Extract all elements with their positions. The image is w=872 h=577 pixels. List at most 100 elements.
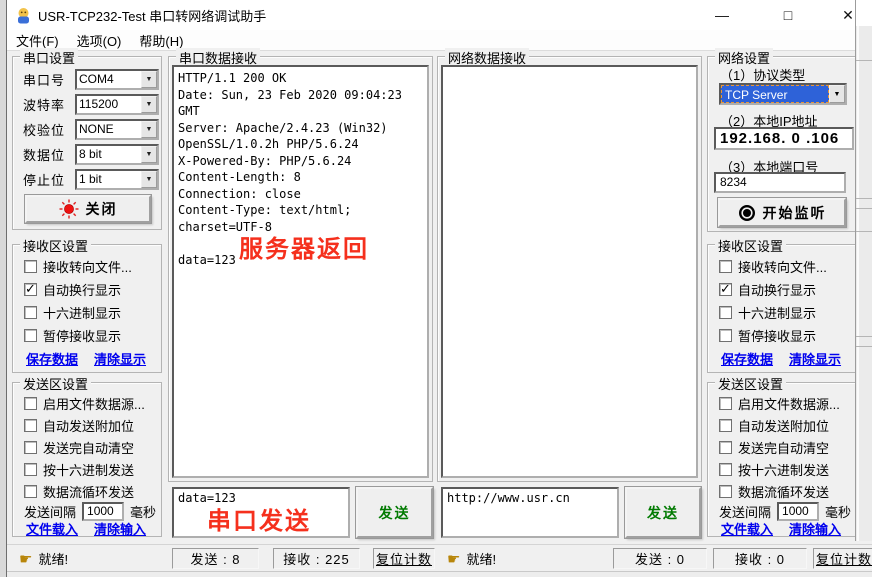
save-data-link[interactable]: 保存数据 (721, 349, 773, 368)
checkbox-box[interactable] (24, 463, 37, 476)
chevron-down-icon[interactable]: ▼ (829, 85, 845, 103)
checkbox-auto-append[interactable]: 自动发送附加位 (719, 417, 829, 433)
pointing-hand-icon: ☛ (19, 550, 32, 568)
data-bits-label: 数据位 (23, 145, 75, 164)
parity-value: NONE (77, 121, 141, 138)
reset-counter-right[interactable]: 复位计数 (813, 548, 872, 569)
checkbox-pause-receive[interactable]: 暂停接收显示 (719, 327, 816, 343)
local-ip-input[interactable]: 192.168. 0 .106 (714, 127, 854, 150)
checkbox-hex-display[interactable]: 十六进制显示 (719, 304, 816, 320)
status-ready-left: ☛ 就绪! (19, 548, 68, 569)
maximize-button[interactable]: □ (765, 0, 811, 30)
checkbox-label: 自动发送附加位 (738, 416, 829, 435)
serial-receive-textarea[interactable]: HTTP/1.1 200 OK Date: Sun, 23 Feb 2020 0… (172, 65, 429, 478)
receive-settings-right-title: 接收区设置 (715, 236, 786, 255)
checkbox-box[interactable] (24, 419, 37, 432)
menu-help[interactable]: 帮助(H) (130, 31, 192, 50)
checkbox-file-data-source[interactable]: 启用文件数据源... (24, 395, 145, 411)
checkbox-send-as-hex[interactable]: 按十六进制发送 (719, 461, 829, 477)
checkbox-box[interactable] (24, 260, 37, 273)
server-return-annotation: 服务器返回 (239, 229, 369, 264)
start-listen-button[interactable]: 开始监听 (718, 198, 846, 227)
window-title: USR-TCP232-Test 串口转网络调试助手 (38, 6, 266, 25)
checkbox-box[interactable] (719, 306, 732, 319)
status-sent-left: 发送 : 8 (172, 548, 259, 569)
protocol-type-select[interactable]: TCP Server ▼ (719, 83, 847, 105)
load-file-link[interactable]: 文件载入 (721, 519, 773, 538)
checkbox-auto-newline[interactable]: 自动换行显示 (719, 281, 816, 297)
background-window-right-edge (855, 0, 872, 541)
chevron-down-icon[interactable]: ▼ (141, 146, 157, 163)
network-receive-textarea[interactable] (441, 65, 698, 478)
checkbox-auto-newline[interactable]: 自动换行显示 (24, 281, 121, 297)
checkbox-clear-after-send[interactable]: 发送完自动清空 (719, 439, 829, 455)
baud-rate-select[interactable]: 115200 ▼ (75, 94, 159, 115)
checkbox-loop-send[interactable]: 数据流循环发送 (719, 483, 829, 499)
interval-input[interactable]: 1000 (82, 502, 124, 521)
serial-port-label: 串口号 (23, 70, 75, 89)
checkbox-box[interactable] (719, 260, 732, 273)
checkbox-box[interactable] (719, 463, 732, 476)
local-port-input[interactable]: 8234 (714, 172, 846, 193)
network-send-input[interactable]: http://www.usr.cn (441, 487, 619, 538)
checkbox-box[interactable] (24, 283, 37, 296)
interval-unit: 毫秒 (130, 502, 156, 521)
checkbox-loop-send[interactable]: 数据流循环发送 (24, 483, 134, 499)
checkbox-box[interactable] (719, 329, 732, 342)
checkbox-receive-to-file[interactable]: 接收转向文件... (24, 258, 132, 274)
checkbox-clear-after-send[interactable]: 发送完自动清空 (24, 439, 134, 455)
clear-input-link[interactable]: 清除输入 (94, 519, 146, 538)
checkbox-hex-display[interactable]: 十六进制显示 (24, 304, 121, 320)
checkbox-box[interactable] (24, 306, 37, 319)
checkbox-box[interactable] (24, 397, 37, 410)
minimize-button[interactable]: — (699, 0, 745, 30)
reset-counter-left[interactable]: 复位计数 (373, 548, 435, 569)
checkbox-label: 暂停接收显示 (738, 326, 816, 345)
clear-display-link[interactable]: 清除显示 (789, 349, 841, 368)
menu-options[interactable]: 选项(O) (68, 31, 131, 50)
checkbox-auto-append[interactable]: 自动发送附加位 (24, 417, 134, 433)
chevron-down-icon[interactable]: ▼ (141, 96, 157, 113)
interval-label: 发送间隔 (719, 502, 771, 521)
stop-bits-select[interactable]: 1 bit ▼ (75, 169, 159, 190)
checkbox-label: 暂停接收显示 (43, 326, 121, 345)
receive-settings-right-group: 接收区设置 接收转向文件... 自动换行显示 十六进制显示 暂停接收显示 保存数… (707, 244, 857, 373)
chevron-down-icon[interactable]: ▼ (141, 171, 157, 188)
checkbox-box[interactable] (719, 283, 732, 296)
checkbox-box[interactable] (24, 329, 37, 342)
chevron-down-icon[interactable]: ▼ (141, 121, 157, 138)
status-received-right: 接收 : 0 (713, 548, 807, 569)
data-bits-select[interactable]: 8 bit ▼ (75, 144, 159, 165)
chevron-down-icon[interactable]: ▼ (141, 71, 157, 88)
checkbox-file-data-source[interactable]: 启用文件数据源... (719, 395, 840, 411)
black-status-dot-icon (738, 204, 756, 222)
baud-rate-label: 波特率 (23, 95, 75, 114)
network-send-button[interactable]: 发送 (625, 487, 701, 538)
load-file-link[interactable]: 文件载入 (26, 519, 78, 538)
checkbox-send-as-hex[interactable]: 按十六进制发送 (24, 461, 134, 477)
clear-display-link[interactable]: 清除显示 (94, 349, 146, 368)
save-data-link[interactable]: 保存数据 (26, 349, 78, 368)
interval-input[interactable]: 1000 (777, 502, 819, 521)
serial-port-value: COM4 (77, 71, 141, 88)
receive-settings-left-title: 接收区设置 (20, 236, 91, 255)
window-bottom-edge (7, 571, 872, 577)
send-settings-right-group: 发送区设置 启用文件数据源... 自动发送附加位 发送完自动清空 按十六进制发送… (707, 382, 857, 537)
checkbox-box[interactable] (719, 419, 732, 432)
status-ready-text: 就绪! (38, 549, 68, 568)
checkbox-receive-to-file[interactable]: 接收转向文件... (719, 258, 827, 274)
red-status-dot-icon (59, 199, 79, 219)
menu-file[interactable]: 文件(F) (7, 31, 68, 50)
serial-port-select[interactable]: COM4 ▼ (75, 69, 159, 90)
serial-send-button[interactable]: 发送 (356, 487, 433, 538)
checkbox-box[interactable] (24, 441, 37, 454)
clear-input-link[interactable]: 清除输入 (789, 519, 841, 538)
checkbox-box[interactable] (719, 485, 732, 498)
checkbox-box[interactable] (24, 485, 37, 498)
checkbox-pause-receive[interactable]: 暂停接收显示 (24, 327, 121, 343)
serial-send-input[interactable]: data=123 串口发送 (172, 487, 350, 538)
checkbox-box[interactable] (719, 441, 732, 454)
checkbox-box[interactable] (719, 397, 732, 410)
close-port-button[interactable]: 关闭 (25, 195, 151, 223)
parity-select[interactable]: NONE ▼ (75, 119, 159, 140)
